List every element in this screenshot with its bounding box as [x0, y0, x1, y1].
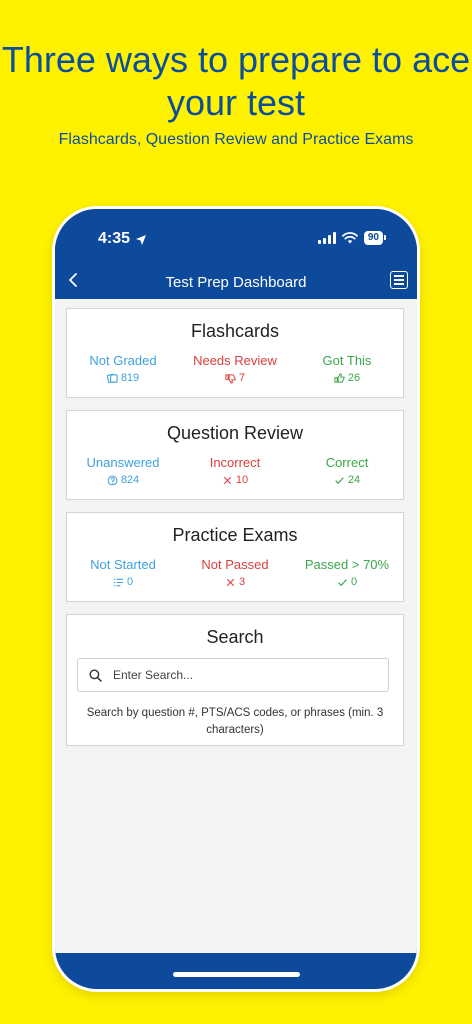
question-review-card[interactable]: Question Review Unanswered 824 Incorrect…	[66, 410, 404, 500]
home-indicator[interactable]	[173, 972, 300, 977]
app-header: 4:35 90 Test Prep Dashboard	[55, 209, 417, 299]
stat-label: Not Graded	[89, 353, 157, 368]
x-icon	[226, 578, 235, 586]
stat-count: 0	[126, 576, 134, 588]
stat-count: 0	[350, 576, 358, 588]
stat-incorrect[interactable]: Incorrect 10	[179, 455, 291, 486]
stat-label: Needs Review	[193, 353, 277, 368]
stat-count: 824	[120, 474, 140, 486]
status-indicators: 90	[317, 231, 387, 245]
promo-headline: Three ways to prepare to ace your test	[1, 39, 471, 123]
battery-icon: 90	[363, 231, 387, 245]
stat-count: 26	[347, 372, 361, 384]
thumbs-up-icon	[334, 372, 345, 383]
card-title: Flashcards	[190, 321, 280, 341]
stat-count: 3	[238, 576, 246, 588]
stat-not-passed[interactable]: Not Passed 3	[179, 557, 291, 588]
search-icon	[89, 669, 102, 682]
location-arrow-icon	[136, 235, 146, 245]
wifi-icon	[341, 232, 358, 244]
card-title: Question Review	[166, 423, 304, 443]
stat-count: 7	[238, 372, 246, 384]
search-input[interactable]	[111, 667, 388, 683]
practice-exams-card[interactable]: Practice Exams Not Started 0 Not Passed …	[66, 512, 404, 602]
stat-label: Passed > 70%	[304, 557, 390, 572]
stat-unanswered[interactable]: Unanswered 824	[67, 455, 179, 486]
stat-count: 819	[120, 372, 140, 384]
search-card: Search Search by question #, PTS/ACS cod…	[66, 614, 404, 746]
stat-label: Incorrect	[209, 455, 261, 470]
x-icon	[223, 476, 231, 484]
stat-passed[interactable]: Passed > 70% 0	[291, 557, 403, 588]
search-help-text: Search by question #, PTS/ACS codes, or …	[86, 707, 384, 736]
phone-frame: 4:35 90 Test Prep Dashboard Flashcards N…	[55, 209, 417, 989]
menu-icon[interactable]	[390, 271, 408, 289]
stat-correct[interactable]: Correct 24	[291, 455, 403, 486]
flashcards-card[interactable]: Flashcards Not Graded 819 Needs Review 7	[66, 308, 404, 398]
list-icon	[113, 578, 124, 586]
stat-label: Got This	[322, 353, 372, 368]
card-title: Search	[206, 627, 264, 647]
status-time: 4:35	[98, 230, 131, 247]
stat-label: Correct	[325, 455, 369, 470]
stat-label: Unanswered	[86, 455, 160, 470]
search-field[interactable]	[77, 658, 389, 692]
promo-subhead: Flashcards, Question Review and Practice…	[58, 131, 414, 148]
card-title: Practice Exams	[172, 525, 298, 545]
check-icon	[335, 476, 344, 484]
question-icon	[107, 475, 118, 485]
stat-label: Not Passed	[201, 557, 269, 572]
cellular-signal-icon	[317, 232, 336, 244]
cards-icon	[106, 373, 118, 383]
stat-not-graded[interactable]: Not Graded 819	[67, 353, 179, 384]
stat-count: 24	[347, 474, 361, 486]
stat-count: 10	[235, 474, 249, 486]
stat-not-started[interactable]: Not Started 0	[67, 557, 179, 588]
stat-got-this[interactable]: Got This 26	[291, 353, 403, 384]
check-icon	[338, 578, 347, 586]
stat-label: Not Started	[90, 557, 156, 572]
thumbs-down-icon	[225, 373, 236, 384]
dashboard-content: Flashcards Not Graded 819 Needs Review 7	[55, 299, 417, 953]
page-title: Test Prep Dashboard	[165, 274, 307, 291]
stat-needs-review[interactable]: Needs Review 7	[179, 353, 291, 384]
